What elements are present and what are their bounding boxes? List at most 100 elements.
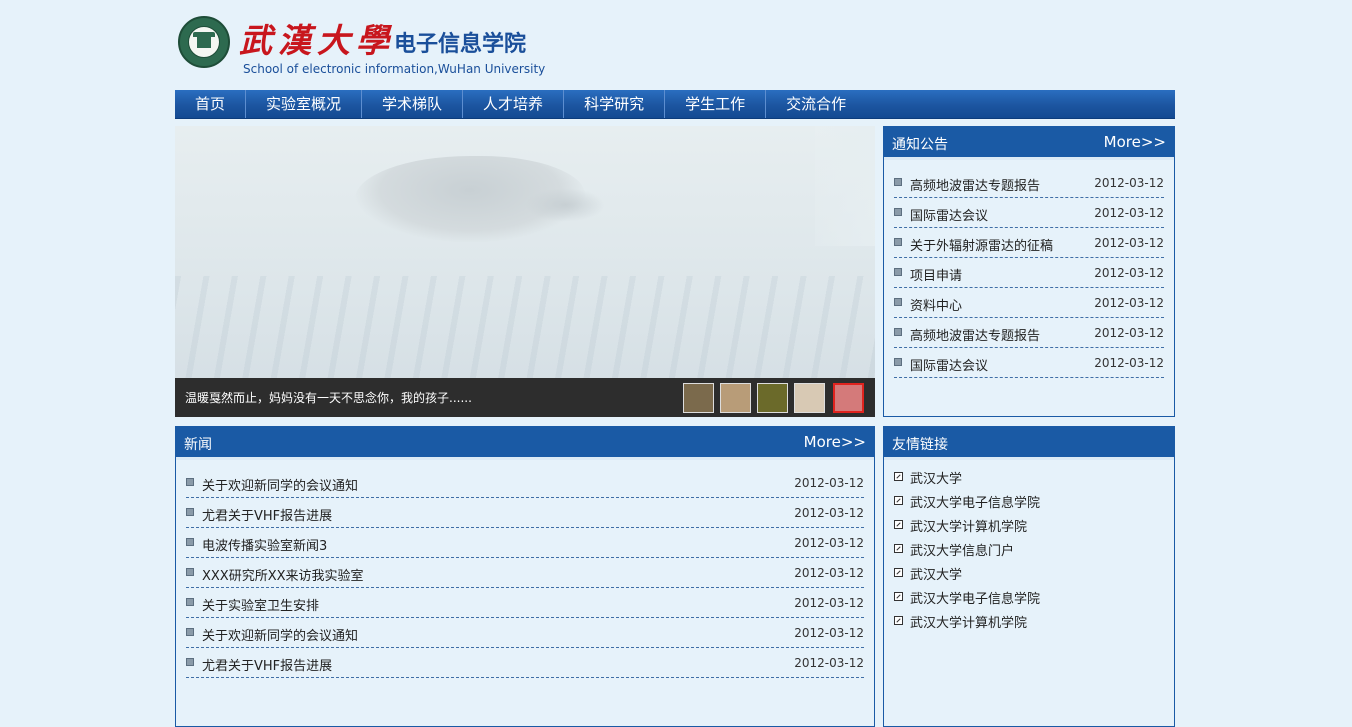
nav-item-student-work[interactable]: 学生工作	[665, 90, 767, 118]
notice-title[interactable]: 国际雷达会议	[910, 355, 988, 374]
logo-calligraphy: 武漢大學	[239, 21, 395, 60]
nav-item-talent-training[interactable]: 人才培养	[463, 90, 565, 118]
news-panel: 新闻 More>> 关于欢迎新同学的会议通知 2012-03-12 尤君关于VHF…	[175, 426, 875, 727]
notice-title[interactable]: 高频地波雷达专题报告	[910, 175, 1040, 194]
slider-caption: 温暖戛然而止，妈妈没有一天不思念你，我的孩子......	[185, 391, 472, 405]
notice-title[interactable]: 国际雷达会议	[910, 205, 988, 224]
notice-date: 2012-03-12	[1094, 326, 1164, 340]
slide-image-floor	[175, 276, 875, 378]
news-title: 新闻	[184, 437, 212, 453]
news-more-link[interactable]: More>>	[804, 433, 866, 451]
site-header: 武漢大學 电子信息学院 School of electronic informa…	[175, 10, 555, 82]
slider-thumb-1[interactable]	[683, 383, 714, 413]
notice-item[interactable]: 国际雷达会议 2012-03-12	[894, 348, 1164, 378]
notice-item[interactable]: 项目申请 2012-03-12	[894, 258, 1164, 288]
arrow-bullet-icon	[894, 328, 902, 336]
notice-date: 2012-03-12	[1094, 296, 1164, 310]
notice-title[interactable]: 资料中心	[910, 295, 962, 314]
news-title-text[interactable]: 尤君关于VHF报告进展	[202, 655, 332, 674]
slider-caption-bar: 温暖戛然而止，妈妈没有一天不思念你，我的孩子......	[175, 378, 875, 417]
news-date: 2012-03-12	[794, 626, 864, 640]
news-title-text[interactable]: XXX研究所XX来访我实验室	[202, 565, 364, 584]
notice-item[interactable]: 国际雷达会议 2012-03-12	[894, 198, 1164, 228]
external-link-icon	[894, 520, 903, 529]
arrow-bullet-icon	[186, 658, 194, 666]
news-item[interactable]: 关于实验室卫生安排 2012-03-12	[186, 588, 864, 618]
news-date: 2012-03-12	[794, 476, 864, 490]
news-date: 2012-03-12	[794, 596, 864, 610]
school-name-en: School of electronic information,WuHan U…	[243, 62, 546, 76]
news-date: 2012-03-12	[794, 656, 864, 670]
news-title-text[interactable]: 尤君关于VHF报告进展	[202, 505, 332, 524]
arrow-bullet-icon	[894, 238, 902, 246]
nav-item-exchange[interactable]: 交流合作	[766, 90, 866, 118]
notice-item[interactable]: 高频地波雷达专题报告 2012-03-12	[894, 168, 1164, 198]
image-slider[interactable]: 温暖戛然而止，妈妈没有一天不思念你，我的孩子......	[175, 126, 875, 417]
slide-image-cup	[815, 126, 875, 246]
slider-thumb-2[interactable]	[720, 383, 751, 413]
external-link-icon	[894, 472, 903, 481]
news-item[interactable]: 电波传播实验室新闻3 2012-03-12	[186, 528, 864, 558]
friend-link-text[interactable]: 武汉大学计算机学院	[910, 612, 1027, 631]
nav-item-home[interactable]: 首页	[175, 90, 247, 118]
notices-panel: 通知公告 More>> 高频地波雷达专题报告 2012-03-12 国际雷达会议 2…	[883, 126, 1175, 417]
slider-thumb-4[interactable]	[794, 383, 825, 413]
external-link-icon	[894, 616, 903, 625]
news-title-text[interactable]: 关于欢迎新同学的会议通知	[202, 625, 358, 644]
nav-item-research[interactable]: 科学研究	[564, 90, 666, 118]
slider-thumb-5[interactable]	[833, 383, 864, 413]
notice-item[interactable]: 关于外辐射源雷达的征稿 2012-03-12	[894, 228, 1164, 258]
external-link-icon	[894, 496, 903, 505]
arrow-bullet-icon	[894, 358, 902, 366]
notices-title: 通知公告	[892, 137, 948, 153]
arrow-bullet-icon	[894, 208, 902, 216]
links-panel: 友情链接 武汉大学 武汉大学电子信息学院 武汉大学计算机学院 武汉大学信息门户 …	[883, 426, 1175, 727]
notices-header: 通知公告 More>>	[884, 127, 1174, 160]
notice-title[interactable]: 项目申请	[910, 265, 962, 284]
news-item[interactable]: 尤君关于VHF报告进展 2012-03-12	[186, 498, 864, 528]
notice-date: 2012-03-12	[1094, 236, 1164, 250]
friend-link-text[interactable]: 武汉大学电子信息学院	[910, 588, 1040, 607]
friend-link-text[interactable]: 武汉大学计算机学院	[910, 516, 1027, 535]
slider-thumb-3[interactable]	[757, 383, 788, 413]
notice-date: 2012-03-12	[1094, 266, 1164, 280]
notice-date: 2012-03-12	[1094, 356, 1164, 370]
links-title: 友情链接	[892, 437, 948, 453]
arrow-bullet-icon	[186, 598, 194, 606]
notice-title[interactable]: 关于外辐射源雷达的征稿	[910, 235, 1053, 254]
arrow-bullet-icon	[186, 508, 194, 516]
news-header: 新闻 More>>	[176, 427, 874, 460]
notices-more-link[interactable]: More>>	[1104, 133, 1166, 151]
university-seal-logo	[178, 16, 230, 68]
friend-link-text[interactable]: 武汉大学	[910, 468, 962, 487]
nav-item-academic-team[interactable]: 学术梯队	[362, 90, 464, 118]
notice-title[interactable]: 高频地波雷达专题报告	[910, 325, 1040, 344]
notice-date: 2012-03-12	[1094, 176, 1164, 190]
friend-link-text[interactable]: 武汉大学电子信息学院	[910, 492, 1040, 511]
arrow-bullet-icon	[894, 178, 902, 186]
arrow-bullet-icon	[186, 478, 194, 486]
friend-link-text[interactable]: 武汉大学	[910, 564, 962, 583]
news-item[interactable]: 关于欢迎新同学的会议通知 2012-03-12	[186, 618, 864, 648]
notice-item[interactable]: 高频地波雷达专题报告 2012-03-12	[894, 318, 1164, 348]
arrow-bullet-icon	[186, 628, 194, 636]
news-item[interactable]: 尤君关于VHF报告进展 2012-03-12	[186, 648, 864, 678]
nav-item-lab-overview[interactable]: 实验室概况	[246, 90, 363, 118]
news-date: 2012-03-12	[794, 566, 864, 580]
news-date: 2012-03-12	[794, 536, 864, 550]
news-title-text[interactable]: 关于欢迎新同学的会议通知	[202, 475, 358, 494]
news-title-text[interactable]: 电波传播实验室新闻3	[202, 535, 327, 554]
slide-image-dog-leg	[525, 188, 605, 222]
links-header: 友情链接	[884, 427, 1174, 460]
friend-link-text[interactable]: 武汉大学信息门户	[910, 540, 1014, 559]
news-date: 2012-03-12	[794, 506, 864, 520]
notice-date: 2012-03-12	[1094, 206, 1164, 220]
news-item[interactable]: XXX研究所XX来访我实验室 2012-03-12	[186, 558, 864, 588]
school-name-cn: 电子信息学院	[394, 32, 527, 57]
arrow-bullet-icon	[186, 568, 194, 576]
news-item[interactable]: 关于欢迎新同学的会议通知 2012-03-12	[186, 468, 864, 498]
arrow-bullet-icon	[186, 538, 194, 546]
external-link-icon	[894, 544, 903, 553]
news-title-text[interactable]: 关于实验室卫生安排	[202, 595, 319, 614]
notice-item[interactable]: 资料中心 2012-03-12	[894, 288, 1164, 318]
